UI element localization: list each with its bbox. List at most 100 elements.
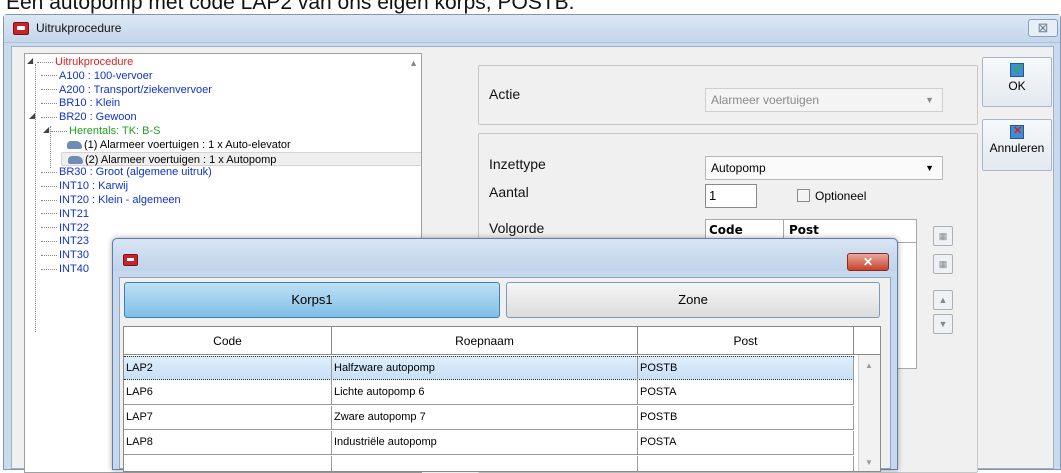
vehicle-picker-dialog: ✕ Korps1 Zone Code Roepnaam Post LAP2 Hal… xyxy=(112,238,898,472)
tree-item[interactable]: Herentals: TK: B-S xyxy=(51,124,161,138)
actie-panel: Actie Alarmeer voertuigen ▼ xyxy=(478,65,978,125)
tree-item-label: INT23 xyxy=(59,235,89,248)
tree-connector xyxy=(37,61,53,63)
tree-connector xyxy=(41,89,57,91)
inzettype-select-value: Autopomp xyxy=(711,161,766,175)
dialog-close-button[interactable]: ✕ xyxy=(847,253,889,271)
tree-item-label: (2) Alarmeer voertuigen : 1 x Autopomp xyxy=(85,153,277,166)
col-header-roepnaam[interactable]: Roepnaam xyxy=(332,327,638,355)
table-row[interactable]: LAP2 Halfzware autopomp POSTB xyxy=(124,356,854,381)
tree-item[interactable]: A200 : Transport/ziekenvervoer xyxy=(41,83,212,97)
tree-item[interactable]: INT30 xyxy=(41,248,89,262)
cell-post: POSTA xyxy=(638,381,854,405)
move-up-icon[interactable]: ▲ xyxy=(933,290,953,310)
annuleren-button[interactable]: Annuleren xyxy=(982,119,1052,171)
chevron-down-icon: ▼ xyxy=(925,163,934,173)
add-row-icon[interactable]: ▦ xyxy=(933,226,953,246)
tree-item[interactable]: BR10 : Klein xyxy=(41,96,120,110)
annuleren-button-label: Annuleren xyxy=(989,141,1045,155)
table-row[interactable]: LAP6 Lichte autopomp 6 POSTA xyxy=(124,381,854,405)
firetruck-icon xyxy=(123,254,138,266)
cell-post: POSTB xyxy=(638,357,854,381)
tree-item[interactable]: INT10 : Karwij xyxy=(41,179,128,193)
table-scrollbar[interactable]: ▲ ▼ xyxy=(858,355,880,471)
close-button[interactable]: ⊠ xyxy=(1028,19,1058,37)
scroll-down-icon[interactable]: ▼ xyxy=(865,458,873,467)
actie-select[interactable]: Alarmeer voertuigen ▼ xyxy=(705,88,943,112)
tab-zone[interactable]: Zone xyxy=(506,282,880,318)
actie-select-value: Alarmeer voertuigen xyxy=(711,93,820,107)
cell-roepnaam: Halfzware autopomp xyxy=(332,357,638,381)
tree-connector xyxy=(41,171,57,173)
cell-roepnaam: Zware autopomp 7 xyxy=(332,406,638,430)
ok-button-label: OK xyxy=(1008,79,1026,93)
tree-item[interactable]: Uitrukprocedure xyxy=(37,55,133,69)
tree-item-label: A100 : 100-vervoer xyxy=(59,69,153,82)
cell-roepnaam: Industriële autopomp xyxy=(332,431,638,455)
firetruck-icon xyxy=(13,22,29,35)
tree-connector xyxy=(41,199,57,201)
col-header-code[interactable]: Code xyxy=(124,327,332,355)
cell-post: POSTB xyxy=(638,406,854,430)
scroll-up-icon[interactable]: ▲ xyxy=(409,58,418,68)
tree-item[interactable]: BR20 : Gewoon xyxy=(41,110,137,124)
tree-item-label: INT22 xyxy=(59,221,89,234)
move-down-icon[interactable]: ▼ xyxy=(933,314,953,334)
tree-connector xyxy=(41,227,57,229)
inzettype-select[interactable]: Autopomp ▼ xyxy=(705,156,943,180)
tree-connector xyxy=(41,268,57,270)
cancel-icon xyxy=(1010,124,1024,139)
page-caption: Een autopomp met code LAP2 van ons eigen… xyxy=(6,0,575,14)
tree-connector xyxy=(41,116,57,118)
tree-item[interactable]: (1) Alarmeer voertuigen : 1 x Auto-eleva… xyxy=(67,138,291,152)
save-icon xyxy=(1010,60,1024,77)
delete-row-icon[interactable]: ▦ xyxy=(933,254,953,274)
expander-icon[interactable]: ◢ xyxy=(43,125,49,134)
ok-button[interactable]: OK xyxy=(982,57,1052,107)
dialog-client: Korps1 Zone Code Roepnaam Post LAP2 Halfz… xyxy=(119,277,891,472)
tree-item[interactable]: BR30 : Groot (algemene uitruk) xyxy=(41,165,212,179)
table-row[interactable]: LAP8 Industriële autopomp POSTA xyxy=(124,431,854,455)
expander-icon[interactable]: ◢ xyxy=(27,56,33,65)
tree-connector xyxy=(41,185,57,187)
tree-item-label: A200 : Transport/ziekenvervoer xyxy=(59,83,212,96)
tree-item-label: BR20 : Gewoon xyxy=(59,111,137,124)
tree-item[interactable]: INT40 xyxy=(41,262,89,276)
cell-post: POSTA xyxy=(638,431,854,455)
tree-item-label: (1) Alarmeer voertuigen : 1 x Auto-eleva… xyxy=(84,138,291,151)
tree-item[interactable]: (2) Alarmeer voertuigen : 1 x Autopomp xyxy=(61,151,421,166)
tab-korps1[interactable]: Korps1 xyxy=(124,282,500,318)
table-row[interactable]: LAP7 Zware autopomp 7 POSTB xyxy=(124,406,854,430)
tree-item[interactable]: INT21 xyxy=(41,207,89,221)
volgorde-label: Volgorde xyxy=(489,220,545,236)
tree-item-label: INT30 xyxy=(59,249,89,262)
tree-connector xyxy=(41,254,57,256)
title-bar: Uitrukprocedure ⊠ xyxy=(4,15,1060,43)
optioneel-checkbox[interactable] xyxy=(797,189,810,202)
aantal-input[interactable]: 1 xyxy=(705,184,757,208)
table-header: Code Roepnaam Post xyxy=(124,327,880,355)
tree-item-label: INT21 xyxy=(59,207,89,220)
tree-connector xyxy=(51,130,67,132)
vehicle-icon xyxy=(68,155,83,164)
tree-connector xyxy=(41,75,57,77)
tree-item[interactable]: INT23 xyxy=(41,234,89,248)
scroll-up-icon[interactable]: ▲ xyxy=(865,361,873,370)
vehicle-icon xyxy=(67,140,82,149)
tree-item[interactable]: INT20 : Klein - algemeen xyxy=(41,193,181,207)
inzettype-label: Inzettype xyxy=(489,156,546,172)
tree-item[interactable]: A100 : 100-vervoer xyxy=(41,69,153,83)
vehicle-table[interactable]: Code Roepnaam Post LAP2 Halfzware autopom… xyxy=(123,326,881,472)
chevron-down-icon: ▼ xyxy=(925,95,934,105)
tree-connector xyxy=(41,102,57,104)
cell-code: LAP7 xyxy=(124,406,332,430)
optioneel-label: Optioneel xyxy=(815,189,867,203)
volgorde-col-post: Post xyxy=(789,223,819,237)
aantal-label: Aantal xyxy=(489,184,529,200)
volgorde-col-code: Code xyxy=(709,223,743,237)
tree-item-label: Uitrukprocedure xyxy=(55,56,134,68)
tree-item-label: Herentals: TK: B-S xyxy=(69,125,161,137)
col-header-post[interactable]: Post xyxy=(638,327,854,355)
tree-item[interactable]: INT22 xyxy=(41,221,89,235)
expander-icon[interactable]: ◢ xyxy=(29,111,35,120)
